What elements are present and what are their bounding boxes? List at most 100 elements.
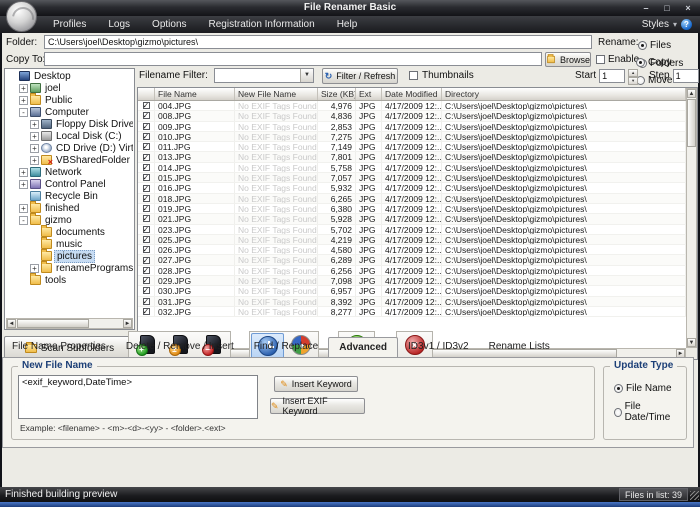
tree-hscrollbar[interactable]: ◄ ► (6, 318, 133, 329)
close-icon[interactable]: × (682, 1, 694, 15)
spin-down-icon[interactable]: ▼ (628, 77, 638, 85)
tree-item-public[interactable]: +Public (6, 94, 133, 106)
row-checkbox[interactable] (143, 246, 150, 253)
tab-delete-remove-insert[interactable]: Delete / Remove / Insert (116, 337, 244, 357)
step-input[interactable]: 1 (673, 69, 699, 83)
filter-refresh-button[interactable]: ↻ Filter / Refresh (322, 68, 398, 84)
tree-item-desktop[interactable]: Desktop (6, 70, 133, 82)
table-row[interactable]: 021.JPGNo EXIF Tags Found5,928JPG4/17/20… (138, 214, 686, 224)
table-row[interactable]: 028.JPGNo EXIF Tags Found6,256JPG4/17/20… (138, 266, 686, 276)
row-checkbox[interactable] (143, 236, 150, 243)
expand-icon[interactable]: + (30, 144, 39, 153)
table-row[interactable]: 019.JPGNo EXIF Tags Found6,380JPG4/17/20… (138, 204, 686, 214)
tree-item-recycle-bin[interactable]: Recycle Bin (6, 190, 133, 202)
thumbnails-checkbox[interactable]: Thumbnails (409, 70, 474, 81)
row-checkbox[interactable] (143, 164, 150, 171)
table-row[interactable]: 025.JPGNo EXIF Tags Found4,219JPG4/17/20… (138, 235, 686, 245)
column-header-date-modified[interactable]: Date Modified (382, 88, 442, 100)
table-row[interactable]: 016.JPGNo EXIF Tags Found5,932JPG4/17/20… (138, 183, 686, 193)
expand-icon[interactable]: + (30, 132, 39, 141)
tree-item-pictures[interactable]: pictures (6, 250, 133, 262)
table-row[interactable]: 008.JPGNo EXIF Tags Found4,836JPG4/17/20… (138, 111, 686, 121)
tree-item-network[interactable]: +Network (6, 166, 133, 178)
table-row[interactable]: 011.JPGNo EXIF Tags Found7,149JPG4/17/20… (138, 142, 686, 152)
copymove-option-copy[interactable]: Copy (636, 57, 671, 68)
table-row[interactable]: 010.JPGNo EXIF Tags Found7,275JPG4/17/20… (138, 132, 686, 142)
column-header-size-kb[interactable]: Size (KB) (318, 88, 356, 100)
row-checkbox[interactable] (143, 215, 150, 222)
table-row[interactable]: 013.JPGNo EXIF Tags Found7,801JPG4/17/20… (138, 152, 686, 162)
tab-advanced[interactable]: Advanced (328, 337, 398, 358)
row-checkbox[interactable] (143, 308, 150, 315)
row-checkbox[interactable] (143, 298, 150, 305)
expand-icon[interactable]: + (19, 84, 28, 93)
table-row[interactable]: 014.JPGNo EXIF Tags Found5,758JPG4/17/20… (138, 163, 686, 173)
tree-item-control-panel[interactable]: +Control Panel (6, 178, 133, 190)
table-row[interactable]: 031.JPGNo EXIF Tags Found8,392JPG4/17/20… (138, 297, 686, 307)
tree-item-finished[interactable]: +finished (6, 202, 133, 214)
row-checkbox[interactable] (143, 226, 150, 233)
folder-input[interactable] (44, 35, 592, 49)
column-header-new-file-name[interactable]: New File Name (235, 88, 318, 100)
insert-exif-keyword-button[interactable]: ✎ Insert EXIF Keyword (270, 398, 365, 414)
row-checkbox[interactable] (143, 267, 150, 274)
row-checkbox[interactable] (143, 205, 150, 212)
tree-item-computer[interactable]: -Computer (6, 106, 133, 118)
tree-item-documents[interactable]: documents (6, 226, 133, 238)
column-header-file-name[interactable]: File Name (155, 88, 235, 100)
tree-item-local-disk-c[interactable]: +Local Disk (C:) (6, 130, 133, 142)
table-row[interactable]: 026.JPGNo EXIF Tags Found4,580JPG4/17/20… (138, 245, 686, 255)
tab-id3v1-id3v2[interactable]: ID3v1 / ID3v2 (398, 337, 479, 357)
expand-icon[interactable]: + (30, 156, 39, 165)
row-checkbox[interactable] (143, 185, 150, 192)
table-row[interactable]: 023.JPGNo EXIF Tags Found5,702JPG4/17/20… (138, 225, 686, 235)
start-stepper[interactable]: ▲▼ (628, 69, 638, 83)
browse-button[interactable]: Browse (545, 52, 591, 67)
expand-icon[interactable]: + (30, 120, 39, 129)
filename-filter-combobox[interactable]: ▼ (214, 68, 314, 83)
table-vscroll-thumb[interactable] (687, 99, 696, 147)
row-checkbox[interactable] (143, 133, 150, 140)
tree-item-gizmo[interactable]: -gizmo (6, 214, 133, 226)
menu-profiles[interactable]: Profiles (42, 16, 97, 33)
enable-checkbox[interactable]: Enable (596, 54, 639, 65)
row-checkbox[interactable] (143, 112, 150, 119)
tree-hscroll-thumb[interactable] (17, 319, 89, 328)
column-header-ext[interactable]: Ext (356, 88, 382, 100)
expand-icon[interactable]: + (19, 204, 28, 213)
row-checkbox[interactable] (143, 277, 150, 284)
row-checkbox[interactable] (143, 102, 150, 109)
start-input[interactable]: 1 (599, 69, 625, 83)
tree-item-joel[interactable]: +joel (6, 82, 133, 94)
table-row[interactable]: 018.JPGNo EXIF Tags Found6,265JPG4/17/20… (138, 194, 686, 204)
tab-file-name-properties[interactable]: File Name Properties (2, 337, 116, 357)
tab-rename-lists[interactable]: Rename Lists (479, 337, 560, 357)
pattern-input[interactable]: <exif_keyword,DateTime> (18, 375, 258, 419)
tree-item-music[interactable]: music (6, 238, 133, 250)
update-type-option-file-date-time[interactable]: File Date/Time (614, 401, 676, 423)
table-row[interactable]: 027.JPGNo EXIF Tags Found6,289JPG4/17/20… (138, 255, 686, 265)
row-checkbox[interactable] (143, 195, 150, 202)
tab-find-replace[interactable]: Find / Replace (244, 337, 328, 357)
tree-item-renameprograms[interactable]: +renamePrograms (6, 262, 133, 274)
expand-icon[interactable]: + (30, 264, 39, 273)
copyto-input[interactable] (44, 52, 542, 66)
scroll-up-icon[interactable]: ▲ (687, 89, 696, 98)
row-checkbox[interactable] (143, 174, 150, 181)
column-header-directory[interactable]: Directory (442, 88, 686, 100)
table-row[interactable]: 004.JPGNo EXIF Tags Found4,976JPG4/17/20… (138, 101, 686, 111)
menu-registration-information[interactable]: Registration Information (198, 16, 326, 33)
expand-icon[interactable]: + (19, 96, 28, 105)
table-row[interactable]: 015.JPGNo EXIF Tags Found7,057JPG4/17/20… (138, 173, 686, 183)
scroll-right-icon[interactable]: ► (123, 319, 132, 328)
collapse-icon[interactable]: - (19, 108, 28, 117)
row-checkbox[interactable] (143, 154, 150, 161)
tree-item-tools[interactable]: tools (6, 274, 133, 286)
row-checkbox[interactable] (143, 287, 150, 294)
expand-icon[interactable]: + (19, 180, 28, 189)
row-checkbox[interactable] (143, 257, 150, 264)
insert-keyword-button[interactable]: ✎ Insert Keyword (274, 376, 358, 392)
tree-item-vbsharedfolder-vboxsvr-2[interactable]: +VBSharedFolder (\\vboxsvr) (2 (6, 154, 133, 166)
table-row[interactable]: 030.JPGNo EXIF Tags Found6,957JPG4/17/20… (138, 286, 686, 296)
menu-options[interactable]: Options (141, 16, 197, 33)
